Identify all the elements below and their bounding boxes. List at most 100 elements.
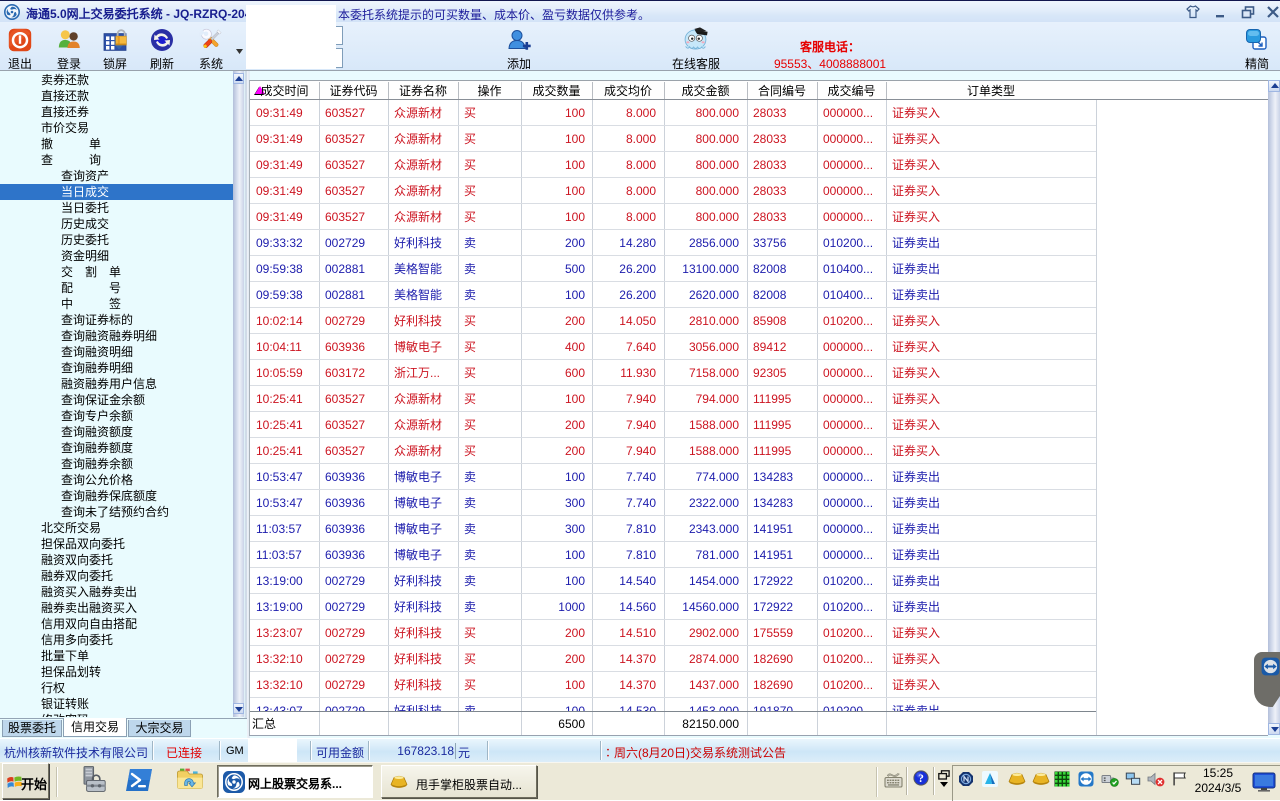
sidebar-item[interactable]: 批量下单	[0, 648, 233, 664]
sidebar-item[interactable]: 资金明细	[0, 248, 233, 264]
caret-down-icon[interactable]	[940, 782, 948, 787]
scroll-down-icon[interactable]	[1268, 723, 1280, 735]
column-header[interactable]: 证券代码	[319, 83, 388, 99]
gold-ingot-icon[interactable]	[1030, 771, 1050, 787]
toolbar-button-3[interactable]: 锁屏	[92, 28, 138, 71]
column-header[interactable]: 成交数量	[521, 83, 592, 99]
table-row[interactable]: 13:43:07 002729 好利科技 卖 100 14.530 1453.000 1918…	[250, 698, 1096, 711]
table-row[interactable]: 13:32:10 002729 好利科技 买 100 14.370 1437.000 1826…	[250, 672, 1096, 698]
toolbar-button-2[interactable]: 登录	[46, 28, 92, 71]
column-header[interactable]: 证券名称	[388, 83, 458, 99]
teamviewer-icon[interactable]	[1078, 771, 1094, 787]
toolbar-button-4[interactable]: 刷新	[139, 28, 185, 71]
table-row[interactable]: 11:03:57 603936 博敏电子 卖 100 7.810 781.000 141951…	[250, 542, 1096, 568]
help-icon[interactable]: ?	[913, 770, 929, 786]
sidebar-item[interactable]: 查询融券保底额度	[0, 488, 233, 504]
sidebar-item[interactable]: 融券双向委托	[0, 568, 233, 584]
desktop-monitor-icon[interactable]	[1252, 772, 1278, 792]
sidebar-item[interactable]: 市价交易	[0, 120, 233, 136]
sidebar-item[interactable]: 直接还券	[0, 104, 233, 120]
toolbar-button-1[interactable]: 退出	[0, 28, 43, 71]
table-row[interactable]: 10:02:14 002729 好利科技 买 200 14.050 2810.000 8590…	[250, 308, 1096, 334]
sidebar-item[interactable]: 查询证券标的	[0, 312, 233, 328]
table-row[interactable]: 10:25:41 603527 众源新材 买 100 7.940 794.000 111995…	[250, 386, 1096, 412]
table-row[interactable]: 09:33:32 002729 好利科技 卖 200 14.280 2856.000 3375…	[250, 230, 1096, 256]
sidebar-item[interactable]: 信用多向委托	[0, 632, 233, 648]
table-row[interactable]: 10:05:59 603172 浙江万... 买 600 11.930 7158.000 92…	[250, 360, 1096, 386]
sidebar-item[interactable]: 中 签	[0, 296, 233, 312]
scroll-down-icon[interactable]	[233, 703, 244, 714]
column-header[interactable]: 成交编号	[817, 83, 886, 99]
folder-icon[interactable]	[175, 765, 205, 795]
start-button[interactable]: 开始	[2, 763, 49, 799]
sidebar-item[interactable]: 修改密码	[0, 712, 233, 717]
scroll-up-icon[interactable]	[1268, 80, 1280, 92]
table-row[interactable]: 09:31:49 603527 众源新材 买 100 8.000 800.000 28033 0…	[250, 100, 1096, 126]
add-button[interactable]: 添加	[496, 28, 542, 71]
column-header[interactable]: 订单类型	[886, 83, 1096, 99]
matrix-icon[interactable]	[1054, 771, 1070, 787]
sidebar-item[interactable]: 融资买入融券卖出	[0, 584, 233, 600]
badge-icon[interactable]	[958, 771, 974, 787]
tab-3[interactable]: 大宗交易	[128, 720, 191, 737]
network-icon[interactable]	[1125, 771, 1141, 787]
sidebar-item[interactable]: 查询融券明细	[0, 360, 233, 376]
table-row[interactable]: 10:04:11 603936 博敏电子 买 400 7.640 3056.000 89412…	[250, 334, 1096, 360]
sidebar-item[interactable]: 直接还款	[0, 88, 233, 104]
sidebar-item[interactable]: 信用双向自由搭配	[0, 616, 233, 632]
column-header[interactable]: 操作	[458, 83, 521, 99]
sidebar-item[interactable]: 历史委托	[0, 232, 233, 248]
sidebar-item[interactable]: 交 割 单	[0, 264, 233, 280]
column-header[interactable]: 合同编号	[747, 83, 817, 99]
compact-button[interactable]: 精简	[1234, 28, 1280, 71]
table-row[interactable]: 11:03:57 603936 博敏电子 卖 300 7.810 2343.000 14195…	[250, 516, 1096, 542]
restore-small-icon[interactable]	[938, 769, 950, 780]
toolbar-overflow-icon[interactable]	[236, 43, 243, 54]
sidebar-item[interactable]: 撤 单	[0, 136, 233, 152]
sidebar-item[interactable]: 当日委托	[0, 200, 233, 216]
close-icon[interactable]	[1265, 4, 1280, 20]
table-row[interactable]: 09:31:49 603527 众源新材 买 100 8.000 800.000 28033 0…	[250, 126, 1096, 152]
table-row[interactable]: 13:32:10 002729 好利科技 买 200 14.370 2874.000 1826…	[250, 646, 1096, 672]
remote-support-tab[interactable]	[1254, 652, 1280, 707]
scroll-up-icon[interactable]	[233, 73, 244, 84]
sidebar-item[interactable]: 行权	[0, 680, 233, 696]
sidebar-item[interactable]: 担保品划转	[0, 664, 233, 680]
sidebar-item[interactable]: 查询融券额度	[0, 440, 233, 456]
column-header[interactable]: 成交金额	[664, 83, 747, 99]
sidebar-item[interactable]: 银证转账	[0, 696, 233, 712]
taskbar-clock[interactable]: 15:25 2024/3/5	[1189, 766, 1247, 796]
table-row[interactable]: 09:31:49 603527 众源新材 买 100 8.000 800.000 28033 0…	[250, 204, 1096, 230]
sidebar-item[interactable]: 查询保证金余额	[0, 392, 233, 408]
table-row[interactable]: 09:31:49 603527 众源新材 买 100 8.000 800.000 28033 0…	[250, 178, 1096, 204]
table-row[interactable]: 13:19:00 002729 好利科技 卖 100 14.540 1454.000 1729…	[250, 568, 1096, 594]
table-row[interactable]: 10:25:41 603527 众源新材 买 200 7.940 1588.000 11199…	[250, 438, 1096, 464]
sidebar-item[interactable]: 查询融资融券明细	[0, 328, 233, 344]
sidebar-item[interactable]: 查询公允价格	[0, 472, 233, 488]
sidebar-item[interactable]: 融资融券用户信息	[0, 376, 233, 392]
sidebar-item[interactable]: 查询融资明细	[0, 344, 233, 360]
table-row[interactable]: 09:31:49 603527 众源新材 买 100 8.000 800.000 28033 0…	[250, 152, 1096, 178]
task-button-trading[interactable]: 网上股票交易系...	[217, 765, 373, 798]
sidebar-item[interactable]: 卖券还款	[0, 72, 233, 88]
sidebar-scrollbar[interactable]	[233, 71, 244, 717]
column-header[interactable]: 成交均价	[592, 83, 664, 99]
column-header[interactable]: 成交时间	[250, 83, 319, 99]
online-service-button[interactable]: 在线客服	[668, 27, 724, 71]
toolbox-icon[interactable]	[78, 765, 108, 795]
sidebar-item[interactable]: 北交所交易	[0, 520, 233, 536]
minimize-icon[interactable]	[1213, 4, 1229, 20]
table-row[interactable]: 09:59:38 002881 美格智能 卖 100 26.200 2620.000 8200…	[250, 282, 1096, 308]
signal-icon[interactable]	[982, 771, 998, 787]
tab-2[interactable]: 信用交易	[63, 718, 127, 737]
table-row[interactable]: 13:19:00 002729 好利科技 卖 1000 14.560 14560.000 17…	[250, 594, 1096, 620]
table-row[interactable]: 13:23:07 002729 好利科技 买 200 14.510 2902.000 1755…	[250, 620, 1096, 646]
table-row[interactable]: 10:25:41 603527 众源新材 买 200 7.940 1588.000 11199…	[250, 412, 1096, 438]
sidebar-item[interactable]: 历史成交	[0, 216, 233, 232]
sidebar-item[interactable]: 融券卖出融资买入	[0, 600, 233, 616]
sidebar-item[interactable]: 查询融券余额	[0, 456, 233, 472]
skin-icon[interactable]	[1185, 4, 1201, 20]
restore-icon[interactable]	[1240, 4, 1256, 20]
toolbar-button-5[interactable]: 系统	[188, 28, 234, 71]
sidebar-item[interactable]: 查询未了结预约合约	[0, 504, 233, 520]
